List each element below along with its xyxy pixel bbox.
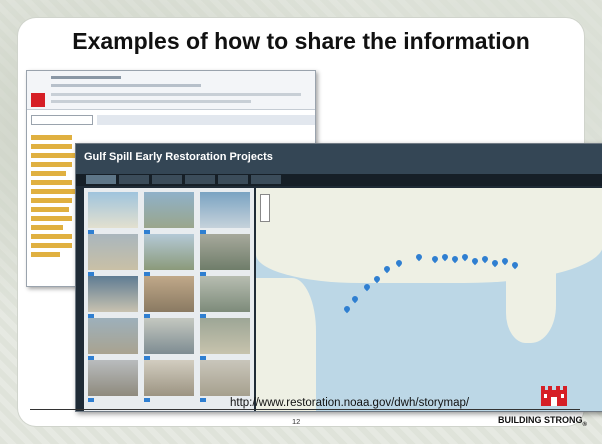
project-photo[interactable] [144, 360, 194, 402]
gulf-map[interactable] [256, 188, 602, 411]
portal-toolbar [97, 115, 315, 125]
portal-info-line [51, 100, 251, 103]
project-photo[interactable] [144, 318, 194, 360]
portal-header [27, 71, 315, 110]
map-pin-icon[interactable] [350, 294, 360, 304]
storymap-tab[interactable] [119, 175, 149, 184]
portal-search-input[interactable] [31, 115, 93, 125]
project-photo[interactable] [200, 276, 250, 318]
storymap-tab[interactable] [152, 175, 182, 184]
usace-castle-icon [31, 93, 45, 107]
project-photo[interactable] [88, 192, 138, 234]
storymap-tab-bar [76, 174, 602, 186]
zoom-control-icon[interactable] [260, 194, 270, 222]
portal-info-line [51, 93, 301, 96]
storymap-screenshot: Gulf Spill Early Restoration Projects [75, 143, 602, 412]
usace-castle-icon [541, 386, 567, 406]
project-photo[interactable] [144, 192, 194, 234]
project-photo[interactable] [144, 276, 194, 318]
storymap-url[interactable]: http://www.restoration.noaa.gov/dwh/stor… [230, 397, 469, 409]
storymap-header: Gulf Spill Early Restoration Projects [76, 144, 602, 174]
map-land-florida [506, 268, 556, 343]
page-number: 12 [292, 417, 301, 426]
project-photo[interactable] [88, 318, 138, 360]
storymap-tab[interactable] [251, 175, 281, 184]
project-photo[interactable] [88, 360, 138, 402]
project-photo[interactable] [144, 234, 194, 276]
footer-brand: BUILDING STRONG® [498, 415, 587, 428]
map-pin-icon[interactable] [362, 282, 372, 292]
project-photo[interactable] [88, 234, 138, 276]
project-photo[interactable] [200, 192, 250, 234]
trademark-mark: ® [582, 421, 587, 428]
map-land-mexico [256, 278, 316, 411]
storymap-tab[interactable] [218, 175, 248, 184]
portal-nav-line [51, 84, 201, 87]
storymap-photo-panel [84, 188, 254, 411]
storymap-tab[interactable] [185, 175, 215, 184]
map-pin-icon[interactable] [342, 304, 352, 314]
project-photo[interactable] [88, 276, 138, 318]
footer-rule [30, 409, 580, 410]
project-photo[interactable] [200, 360, 250, 402]
footer-brand-text: BUILDING STRONG [498, 415, 583, 425]
project-photo[interactable] [200, 318, 250, 360]
storymap-tab[interactable] [86, 175, 116, 184]
storymap-title: Gulf Spill Early Restoration Projects [84, 151, 273, 163]
project-photo[interactable] [200, 234, 250, 276]
slide-title: Examples of how to share the information [72, 28, 530, 54]
portal-title-line [51, 76, 121, 79]
